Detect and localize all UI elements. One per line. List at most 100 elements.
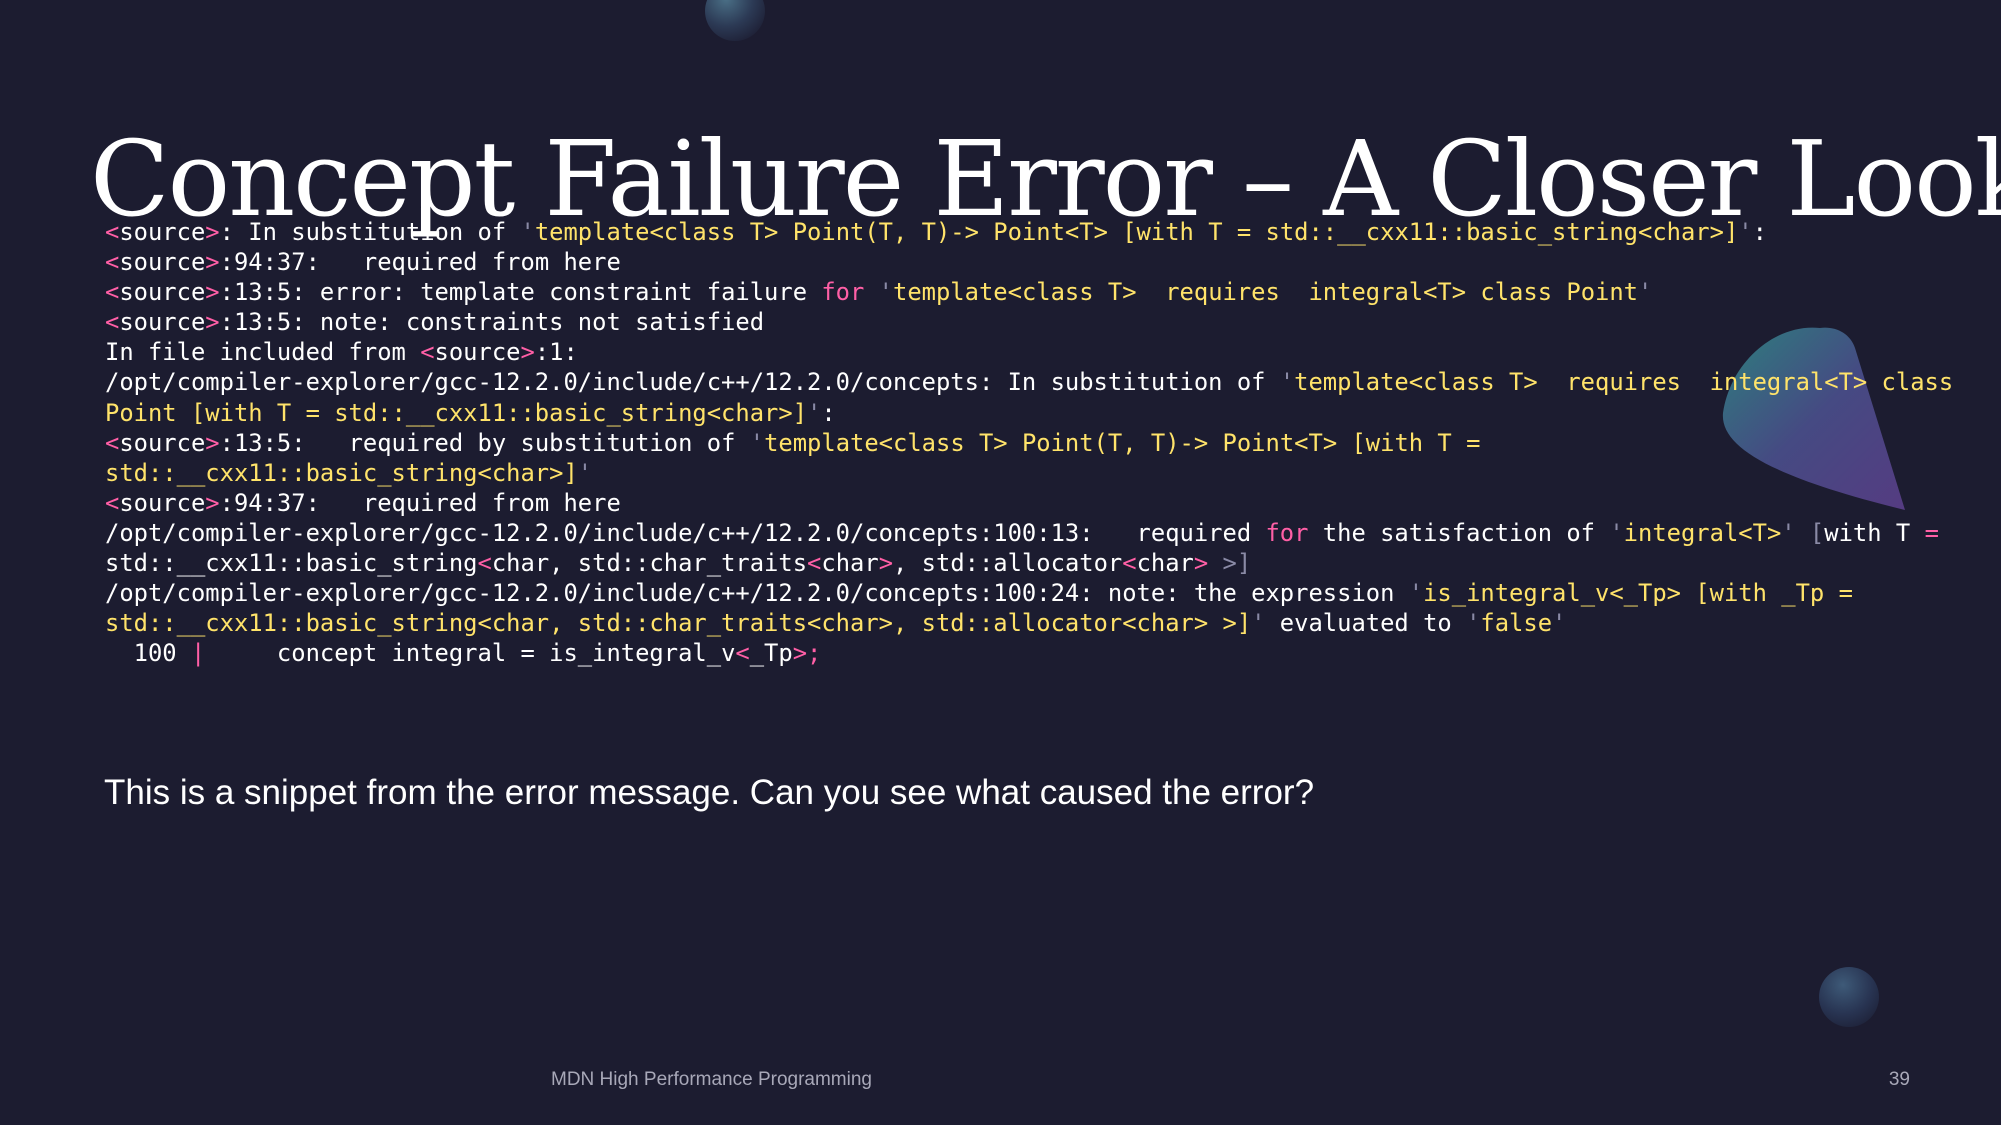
code-segment: <: [105, 308, 120, 337]
footer-text: MDN High Performance Programming: [551, 1069, 872, 1090]
code-segment: >: [205, 278, 220, 307]
code-segment: >: [205, 428, 220, 457]
code-segment: /opt/compiler-explorer/gcc-12.2.0/includ…: [105, 368, 1280, 397]
error-log-line: /opt/compiler-explorer/gcc-12.2.0/includ…: [105, 367, 1953, 397]
code-segment: <: [420, 338, 435, 367]
code-segment: :94:37: required from here: [219, 488, 621, 517]
error-log-line: <source>:13:5: required by substitution …: [105, 428, 1905, 458]
code-segment: :13:5: note: constraints not satisfied: [219, 308, 765, 337]
error-log-line: std::__cxx11::basic_string<char>]': [105, 458, 1905, 488]
code-segment: std::__cxx11::basic_string<char, std::ch…: [105, 609, 1252, 638]
code-segment: :94:37: required from here: [219, 248, 621, 277]
code-segment: ': [807, 398, 822, 427]
code-segment: >: [205, 218, 220, 246]
code-segment: ': [1408, 579, 1424, 608]
error-log-line: <source>:13:5: note: constraints not sat…: [105, 307, 1905, 337]
code-segment: >: [1193, 549, 1223, 578]
code-segment: :1:: [534, 338, 578, 367]
code-segment: template<class T> Point(T, T)-> Point<T>…: [534, 218, 1739, 246]
code-segment: :: [821, 398, 836, 427]
code-segment: <: [105, 278, 120, 307]
page-number: 39: [1888, 1069, 1910, 1090]
code-segment: 100: [105, 639, 191, 668]
error-log-line: <source>:94:37: required from here: [105, 488, 1905, 518]
code-segment: source: [119, 308, 206, 337]
error-log-line: Point [with T = std::__cxx11::basic_stri…: [105, 398, 1905, 428]
code-segment: ': [1279, 368, 1295, 397]
error-log-line: 100 | concept integral = is_integral_v<_…: [105, 638, 1905, 668]
code-segment: std::__cxx11::basic_string: [105, 549, 478, 578]
code-segment: char: [821, 549, 879, 578]
code-segment: >: [520, 338, 535, 367]
code-segment: source: [434, 338, 521, 367]
code-segment: <: [477, 549, 492, 578]
code-segment: <: [105, 218, 120, 246]
code-segment: >]: [1222, 549, 1252, 578]
code-segment: ': [878, 278, 893, 307]
code-segment: ': [1552, 609, 1567, 638]
code-segment: concept integral = is_integral_v: [205, 639, 736, 668]
code-segment: ': [1638, 278, 1653, 307]
code-segment: |: [190, 639, 206, 668]
code-segment: _Tp: [749, 639, 793, 668]
code-segment: evaluated to: [1265, 609, 1467, 638]
code-segment: :: [1752, 218, 1767, 246]
code-segment: =: [1924, 518, 1939, 547]
code-segment: with T: [1824, 518, 1925, 547]
code-segment: source: [119, 218, 206, 246]
code-segment: , std::allocator: [893, 549, 1123, 578]
code-segment: for: [1265, 518, 1309, 547]
code-segment: <: [105, 488, 120, 517]
code-segment: template<class T> requires integral<T> c…: [1294, 368, 1954, 397]
error-log-code-block: <source>: In substitution of 'template<c…: [105, 217, 1953, 668]
code-segment: :13:5: error: template constraint failur…: [219, 278, 822, 307]
code-segment: Point [with T = std::__cxx11::basic_stri…: [105, 398, 808, 427]
code-segment: :13:5: required by substitution of: [219, 428, 750, 457]
code-segment: <: [105, 248, 120, 277]
code-segment: ': [1466, 609, 1481, 638]
code-segment: /opt/compiler-explorer/gcc-12.2.0/includ…: [105, 579, 1409, 608]
code-segment: ': [577, 458, 593, 487]
code-segment: is_integral_v<_Tp> [with _Tp =: [1423, 579, 1853, 608]
code-segment: ': [1251, 609, 1266, 638]
code-segment: ': [749, 428, 765, 457]
code-segment: <: [105, 428, 120, 457]
code-segment: ': [1738, 218, 1753, 246]
code-segment: >;: [792, 639, 822, 668]
code-segment: for: [821, 278, 865, 307]
error-log-line: <source>:13:5: error: template constrain…: [105, 277, 1905, 307]
error-log-line: <source>: In substitution of 'template<c…: [105, 217, 1905, 247]
code-segment: ': [1609, 518, 1624, 547]
code-segment: >: [205, 488, 220, 517]
error-log-line: std::__cxx11::basic_string<char, std::ch…: [105, 548, 1905, 578]
code-segment: source: [119, 278, 206, 307]
code-segment: >: [205, 308, 220, 337]
code-segment: <: [1122, 549, 1137, 578]
code-segment: template<class T> Point(T, T)-> Point<T>…: [764, 428, 1481, 457]
code-segment: template<class T> requires integral<T> c…: [893, 278, 1639, 307]
code-segment: ': [520, 218, 535, 246]
code-segment: char, std::char_traits: [491, 549, 808, 578]
slide-caption: This is a snippet from the error message…: [104, 773, 1315, 812]
decorative-sphere-top: [705, 0, 765, 41]
error-log-line: In file included from <source>:1:: [105, 337, 1905, 367]
code-segment: source: [119, 248, 206, 277]
code-segment: : In substitution of: [219, 218, 521, 246]
code-segment: source: [119, 428, 206, 457]
code-segment: <: [735, 639, 750, 668]
error-log-line: /opt/compiler-explorer/gcc-12.2.0/includ…: [105, 578, 1905, 608]
error-log-line: <source>:94:37: required from here: [105, 247, 1905, 277]
code-segment: source: [119, 488, 206, 517]
error-log-line: /opt/compiler-explorer/gcc-12.2.0/includ…: [105, 518, 1939, 548]
decorative-sphere-bottom: [1819, 967, 1879, 1027]
code-segment: In file included from: [105, 338, 421, 367]
code-segment: the satisfaction of: [1308, 518, 1610, 547]
code-segment: /opt/compiler-explorer/gcc-12.2.0/includ…: [105, 518, 1266, 547]
error-log-line: std::__cxx11::basic_string<char, std::ch…: [105, 608, 1905, 638]
code-segment: integral<T>: [1623, 518, 1782, 547]
code-segment: ' [: [1781, 518, 1825, 547]
code-segment: std::__cxx11::basic_string<char>]: [105, 458, 578, 487]
code-segment: false: [1480, 609, 1553, 638]
code-segment: <: [807, 549, 822, 578]
